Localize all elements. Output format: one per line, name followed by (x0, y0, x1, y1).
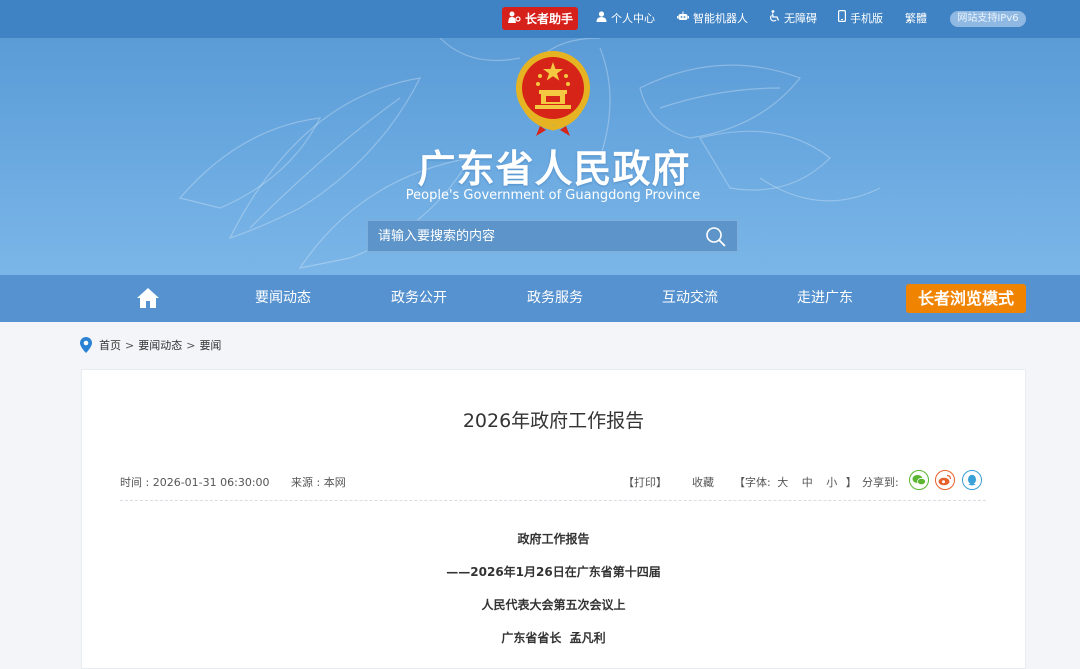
font-size-medium[interactable]: 中 (802, 476, 813, 489)
article-card: 2026年政府工作报告 时间 : 2026-01-31 06:30:00 来源 … (81, 369, 1026, 669)
elder-person-icon (507, 11, 521, 27)
meta-divider (120, 500, 986, 501)
favorite-button[interactable]: 收藏 (692, 474, 714, 490)
qq-share-icon[interactable] (962, 470, 982, 490)
font-size-control: 【字体: 大 中 小 】 (734, 476, 857, 489)
article-meta: 时间 : 2026-01-31 06:30:00 来源 : 本网 (120, 474, 364, 490)
elder-helper-label: 长者助手 (524, 12, 573, 26)
breadcrumb-headlines[interactable]: 要闻 (199, 337, 221, 353)
personal-center-label: 个人中心 (611, 12, 655, 25)
user-icon (596, 0, 607, 38)
article-body-line: ——2026年1月26日在广东省第十四届 (446, 565, 661, 579)
breadcrumb-home[interactable]: 首页 (99, 337, 121, 353)
print-button[interactable]: 【打印】 (623, 474, 667, 490)
site-subtitle: People's Government of Guangdong Provinc… (405, 188, 701, 203)
location-pin-icon (80, 337, 92, 353)
smart-robot-label: 智能机器人 (693, 12, 748, 25)
main-navigation: 要闻动态 政务公开 政务服务 互动交流 走进广东 长者浏览模式 (0, 275, 1080, 322)
font-size-large[interactable]: 大 (777, 476, 788, 489)
share-label: 分享到: (862, 476, 899, 489)
nav-item-gov-affairs-public[interactable]: 政务公开 (391, 275, 447, 322)
phone-icon (838, 0, 847, 38)
font-size-small[interactable]: 小 (826, 476, 837, 489)
search-input[interactable] (368, 221, 698, 251)
breadcrumb: 首页 > 要闻动态 > 要闻 (80, 336, 221, 354)
nav-item-news[interactable]: 要闻动态 (255, 275, 311, 322)
site-title: 广东省人民政府 (417, 146, 691, 191)
personal-center-link[interactable]: 个人中心 (596, 0, 655, 38)
elder-helper-button[interactable]: 长者助手 (502, 7, 578, 30)
nav-item-about-guangdong[interactable]: 走进广东 (797, 275, 853, 322)
smart-robot-link[interactable]: 智能机器人 (677, 0, 748, 38)
wheelchair-icon (769, 0, 780, 38)
breadcrumb-separator: > (186, 338, 196, 352)
article-source: 来源 : 本网 (291, 476, 346, 489)
publish-time: 时间 : 2026-01-31 06:30:00 (120, 476, 270, 489)
article-body-line: 广东省省长 孟凡利 (501, 631, 606, 645)
breadcrumb-separator: > (125, 338, 135, 352)
home-icon[interactable] (136, 287, 160, 309)
ipv6-badge: 网站支持IPv6 (950, 11, 1026, 27)
mobile-version-link[interactable]: 手机版 (838, 0, 883, 38)
nav-item-gov-services[interactable]: 政务服务 (527, 275, 583, 322)
search-icon[interactable] (705, 226, 727, 248)
mobile-version-label: 手机版 (850, 12, 883, 25)
accessibility-link[interactable]: 无障碍 (769, 0, 817, 38)
robot-icon (677, 0, 689, 38)
traditional-chinese-label: 繁體 (905, 12, 927, 25)
elder-browse-mode-button[interactable]: 长者浏览模式 (906, 284, 1026, 313)
wechat-share-icon[interactable] (909, 470, 929, 490)
nav-item-interaction[interactable]: 互动交流 (662, 275, 718, 322)
search-box (367, 220, 738, 252)
article-body-line: 政府工作报告 (517, 532, 590, 546)
site-banner: 广东省人民政府 People's Government of Guangdong… (0, 38, 1080, 276)
breadcrumb-news[interactable]: 要闻动态 (138, 337, 182, 353)
top-utility-bar: 长者助手 个人中心 智能机器人 无障碍 手机版 繁體 网站支持IPv6 (0, 0, 1080, 38)
national-emblem-icon (516, 51, 590, 136)
article-title: 2026年政府工作报告 (462, 410, 645, 432)
accessibility-label: 无障碍 (784, 12, 817, 25)
article-body-line: 人民代表大会第五次会议上 (481, 598, 626, 612)
traditional-chinese-link[interactable]: 繁體 (905, 0, 927, 38)
weibo-share-icon[interactable] (935, 470, 955, 490)
